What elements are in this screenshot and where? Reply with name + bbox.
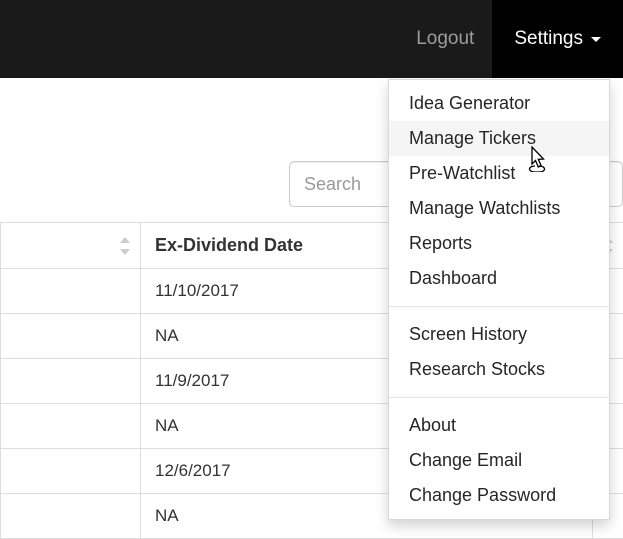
cell: [1, 494, 141, 539]
cell: [1, 314, 141, 359]
menu-item-manage-watchlists[interactable]: Manage Watchlists: [389, 191, 609, 226]
table-header-blank[interactable]: [1, 223, 141, 269]
menu-item-change-email[interactable]: Change Email: [389, 443, 609, 478]
menu-item-screen-history[interactable]: Screen History: [389, 317, 609, 352]
menu-item-research-stocks[interactable]: Research Stocks: [389, 352, 609, 387]
cell: [1, 269, 141, 314]
cell: [1, 404, 141, 449]
header-label: Ex-Dividend Date: [155, 235, 303, 255]
menu-item-change-password[interactable]: Change Password: [389, 478, 609, 513]
menu-divider: [389, 397, 609, 398]
cell: [1, 449, 141, 494]
settings-dropdown-menu: Idea Generator Manage Tickers Pre-Watchl…: [388, 79, 610, 520]
menu-item-pre-watchlist[interactable]: Pre-Watchlist: [389, 156, 609, 191]
menu-item-idea-generator[interactable]: Idea Generator: [389, 86, 609, 121]
nav-right: Logout Settings: [398, 0, 623, 78]
menu-item-reports[interactable]: Reports: [389, 226, 609, 261]
settings-label: Settings: [514, 28, 583, 50]
menu-item-dashboard[interactable]: Dashboard: [389, 261, 609, 296]
cell: [1, 359, 141, 404]
settings-dropdown-toggle[interactable]: Settings: [492, 0, 623, 78]
sort-icon: [118, 237, 130, 255]
menu-item-about[interactable]: About: [389, 408, 609, 443]
logout-link[interactable]: Logout: [398, 0, 492, 78]
caret-down-icon: [591, 37, 601, 42]
navbar: Logout Settings: [0, 0, 623, 78]
menu-item-manage-tickers[interactable]: Manage Tickers: [389, 121, 609, 156]
menu-divider: [389, 306, 609, 307]
